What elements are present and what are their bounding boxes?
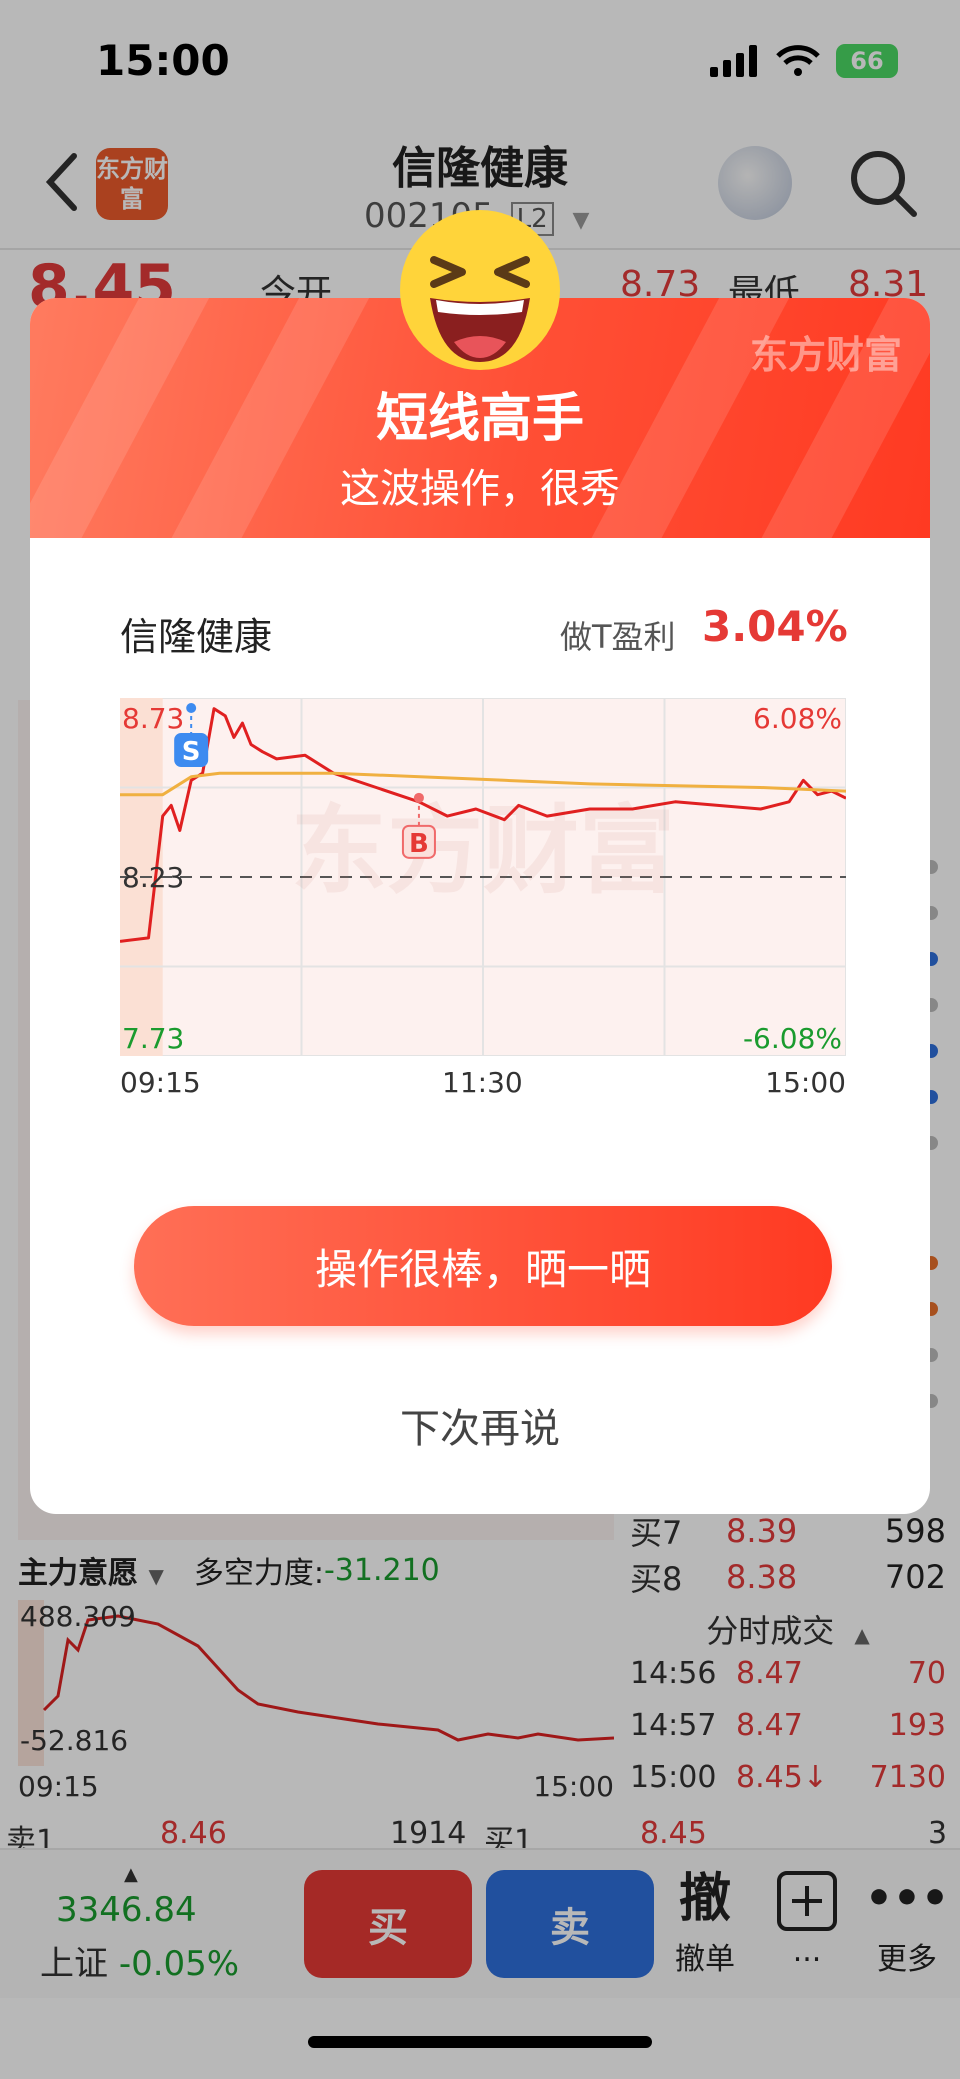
mini-chart-svg: 东方财富SB8.738.237.736.08%-6.08% — [119, 697, 847, 1057]
modal-title: 短线高手 — [375, 389, 584, 449]
share-button[interactable]: 操作很棒，晒一晒 — [134, 1206, 832, 1326]
x-tick-label: 09:15 — [120, 1066, 201, 1099]
dismiss-link[interactable]: 下次再说 — [30, 1396, 930, 1454]
mini-chart-time-axis: 09:15 11:30 15:00 — [120, 1066, 846, 1106]
x-tick-label: 15:00 — [765, 1066, 846, 1099]
modal-subtitle: 这波操作，很秀 — [340, 466, 620, 512]
profit-value: 3.04% — [702, 602, 848, 651]
card-stock-name: 信隆健康 — [120, 615, 273, 659]
sell-marker-label: S — [182, 737, 201, 767]
y-tick-label: 8.73 — [122, 702, 184, 735]
modal-brand-logo: 东方财富 — [749, 333, 902, 377]
achievement-modal: 东方财富 短线高手 这波操作，很秀 信隆健康 做T盈利 3.04% 东方财富 S B… — [30, 298, 930, 1514]
y-right-tick-label: -6.08% — [743, 1022, 842, 1055]
y-tick-label: 7.73 — [122, 1022, 184, 1055]
y-right-tick-label: 6.08% — [753, 702, 842, 735]
x-tick-label: 11:30 — [442, 1066, 523, 1099]
buy-marker-label: B — [409, 829, 429, 859]
intraday-mini-chart: 东方财富 S B 8.73 8.23 7.73 6.08% -6.08% — [119, 697, 847, 1057]
profit-label: 做T盈利 — [560, 618, 676, 656]
laughing-emoji-icon — [400, 210, 560, 370]
y-tick-label: 8.23 — [122, 861, 184, 894]
